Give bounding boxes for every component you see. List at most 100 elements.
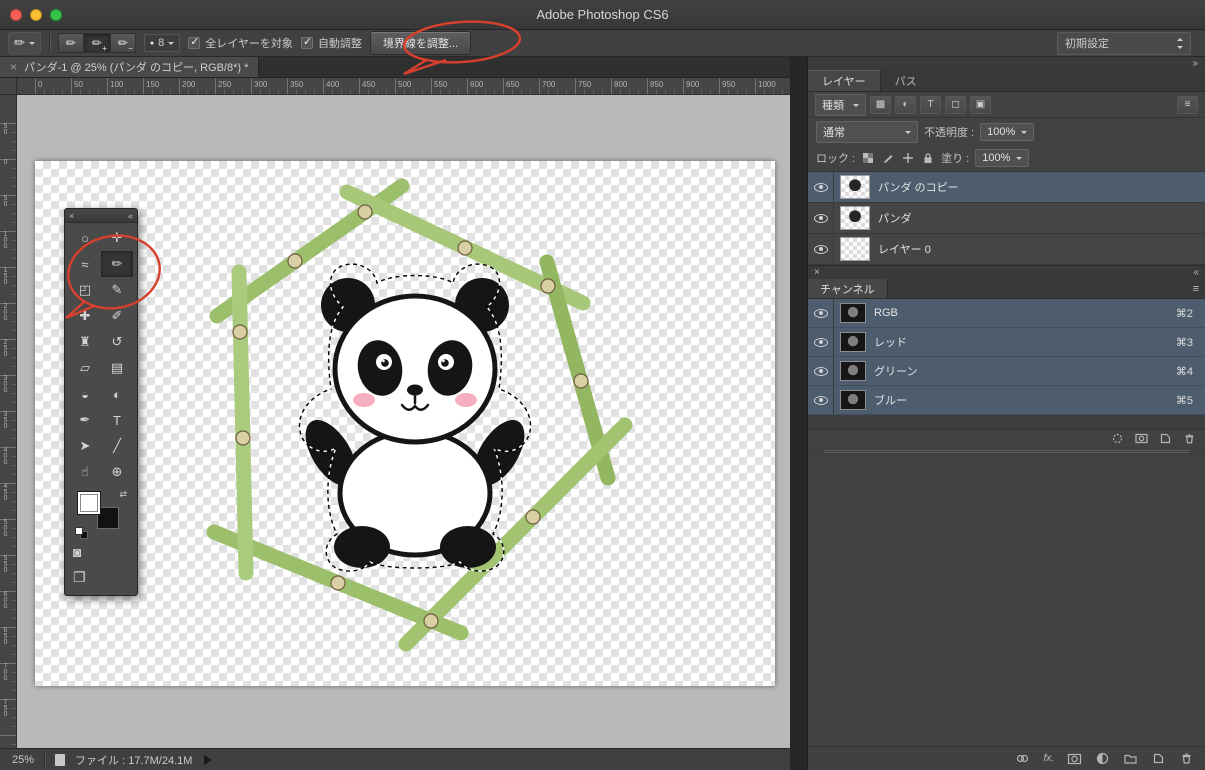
- new-layer-icon[interactable]: [1151, 751, 1166, 766]
- status-menu-arrow-icon[interactable]: [204, 754, 217, 765]
- layer-row[interactable]: パンダ: [808, 203, 1205, 234]
- eraser-tool[interactable]: ▱: [69, 355, 101, 381]
- add-layer-mask-icon[interactable]: [1067, 751, 1082, 766]
- visibility-toggle[interactable]: [808, 234, 834, 264]
- zoom-window-button[interactable]: [50, 8, 62, 21]
- visibility-toggle[interactable]: [808, 203, 834, 233]
- tab-channels[interactable]: チャンネル: [808, 279, 888, 298]
- filter-shape-layers-button[interactable]: ◻: [945, 95, 966, 114]
- channel-row[interactable]: RGB ⌘2: [808, 299, 1205, 328]
- layer-name[interactable]: レイヤー 0: [878, 241, 931, 257]
- new-group-icon[interactable]: [1123, 751, 1138, 766]
- zoom-tool[interactable]: ⊕: [101, 459, 133, 485]
- layer-name[interactable]: パンダ: [878, 210, 912, 226]
- lock-position-icon[interactable]: [901, 151, 915, 165]
- save-selection-as-channel-icon[interactable]: [1135, 432, 1148, 445]
- channel-name[interactable]: ブルー: [874, 392, 907, 408]
- filter-pixel-layers-button[interactable]: ▩: [870, 95, 891, 114]
- clone-stamp-tool[interactable]: ♜: [69, 329, 101, 355]
- swap-colors-icon[interactable]: ⇄: [119, 489, 127, 500]
- adjustment-layer-icon[interactable]: [1095, 751, 1110, 766]
- auto-enhance-checkbox[interactable]: 自動調整: [300, 35, 362, 51]
- filter-type-layers-button[interactable]: T: [920, 95, 941, 114]
- fill-dropdown[interactable]: 100%: [975, 149, 1030, 167]
- layer-style-icon[interactable]: fx.: [1043, 753, 1054, 764]
- lock-transparency-icon[interactable]: [861, 151, 875, 165]
- close-window-button[interactable]: [10, 8, 22, 21]
- link-layers-icon[interactable]: [1015, 751, 1030, 766]
- quick-mask-button[interactable]: ◙: [73, 541, 129, 563]
- channel-row[interactable]: レッド ⌘3: [808, 328, 1205, 357]
- filter-toggle-button[interactable]: ≡: [1177, 95, 1198, 114]
- visibility-toggle[interactable]: [808, 386, 834, 414]
- tool-palette-header[interactable]: × «: [65, 209, 137, 223]
- filter-adjustment-layers-button[interactable]: ◐: [895, 95, 916, 114]
- channel-row[interactable]: グリーン ⌘4: [808, 357, 1205, 386]
- hand-tool[interactable]: ☝: [69, 459, 101, 485]
- panel-menu-icon[interactable]: ≡: [1187, 279, 1205, 298]
- channel-name[interactable]: RGB: [874, 307, 898, 319]
- panel-resize-grip[interactable]: [808, 447, 1205, 456]
- default-colors-icon[interactable]: [75, 527, 83, 535]
- layer-thumbnail[interactable]: [840, 237, 870, 261]
- refine-edge-button[interactable]: 境界線を調整...: [369, 31, 472, 55]
- delete-channel-icon[interactable]: [1183, 432, 1196, 445]
- layer-name[interactable]: パンダ のコピー: [878, 179, 959, 195]
- line-tool[interactable]: ╱: [101, 433, 133, 459]
- document-tab[interactable]: × パンダ-1 @ 25% (パンダ のコピー, RGB/8*) *: [0, 57, 260, 77]
- history-brush-tool[interactable]: ↺: [101, 329, 133, 355]
- canvas[interactable]: [35, 161, 775, 686]
- screen-mode-button[interactable]: ❐: [73, 566, 129, 588]
- layer-thumbnail[interactable]: [840, 175, 870, 199]
- brush-tool[interactable]: ✐: [101, 303, 133, 329]
- blend-mode-dropdown[interactable]: 通常: [816, 120, 918, 143]
- layer-row[interactable]: レイヤー 0: [808, 234, 1205, 265]
- quick-selection-tool[interactable]: ✏: [101, 251, 133, 277]
- opacity-dropdown[interactable]: 100%: [980, 122, 1035, 141]
- load-channel-selection-icon[interactable]: [1111, 432, 1124, 445]
- brush-size-picker[interactable]: ● 8: [143, 34, 181, 52]
- add-to-selection-button[interactable]: ✏ +: [83, 33, 110, 53]
- channel-row[interactable]: ブルー ⌘5: [808, 386, 1205, 415]
- layer-row[interactable]: パンダ のコピー: [808, 172, 1205, 203]
- new-selection-button[interactable]: ✏: [57, 33, 84, 53]
- tab-layers[interactable]: レイヤー: [808, 70, 881, 91]
- close-icon[interactable]: ×: [69, 211, 74, 221]
- crop-tool[interactable]: ◰: [69, 277, 101, 303]
- filter-smart-object-button[interactable]: ▣: [970, 95, 991, 114]
- channel-name[interactable]: グリーン: [874, 363, 917, 379]
- layer-thumbnail[interactable]: [840, 206, 870, 230]
- type-tool[interactable]: T: [101, 407, 133, 433]
- healing-brush-tool[interactable]: ✚: [69, 303, 101, 329]
- close-icon[interactable]: ×: [814, 267, 820, 278]
- tab-paths[interactable]: パス: [881, 70, 931, 91]
- expand-panels-icon[interactable]: »: [1192, 58, 1198, 69]
- tool-preset-picker[interactable]: ✏: [8, 32, 41, 54]
- path-selection-tool[interactable]: ➤: [69, 433, 101, 459]
- move-tool[interactable]: ✛: [101, 225, 133, 251]
- visibility-toggle[interactable]: [808, 357, 834, 385]
- delete-layer-icon[interactable]: [1179, 751, 1194, 766]
- lasso-tool[interactable]: ≈: [69, 251, 101, 277]
- new-channel-icon[interactable]: [1159, 432, 1172, 445]
- elliptical-marquee-tool[interactable]: ○: [69, 225, 101, 251]
- minimize-window-button[interactable]: [30, 8, 42, 21]
- ruler-origin-corner[interactable]: [0, 78, 17, 94]
- tab-close-icon[interactable]: ×: [10, 60, 17, 74]
- channel-name[interactable]: レッド: [874, 334, 907, 350]
- visibility-toggle[interactable]: [808, 299, 834, 327]
- foreground-color-swatch[interactable]: [77, 491, 101, 515]
- visibility-toggle[interactable]: [808, 328, 834, 356]
- gradient-tool[interactable]: ▤: [101, 355, 133, 381]
- workspace-picker[interactable]: 初期設定: [1057, 31, 1191, 55]
- dodge-tool[interactable]: ◐: [101, 381, 133, 407]
- collapse-icon[interactable]: «: [128, 211, 133, 221]
- zoom-level[interactable]: 25%: [12, 754, 34, 766]
- blur-tool[interactable]: ◒: [69, 381, 101, 407]
- lock-all-icon[interactable]: [921, 151, 935, 165]
- collapse-icon[interactable]: «: [1193, 267, 1199, 278]
- visibility-toggle[interactable]: [808, 172, 834, 202]
- filter-kind-dropdown[interactable]: 種類: [815, 93, 866, 116]
- eyedropper-tool[interactable]: ✎: [101, 277, 133, 303]
- subtract-from-selection-button[interactable]: ✏ −: [109, 33, 136, 53]
